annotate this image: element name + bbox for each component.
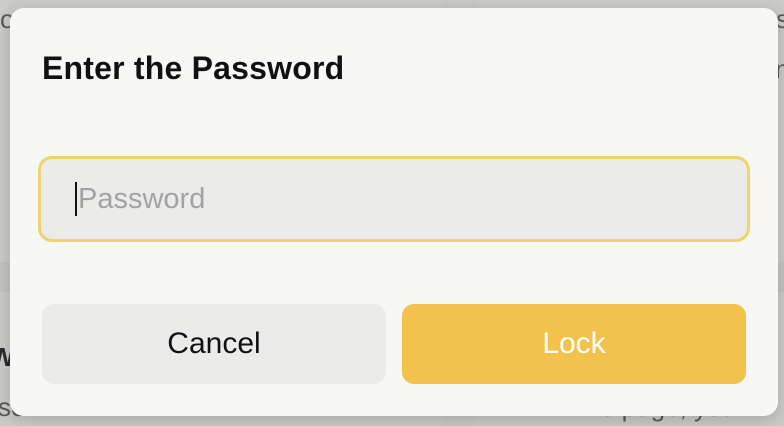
text-cursor [75, 182, 77, 216]
password-field[interactable]: Password [38, 156, 750, 242]
password-dialog: Enter the Password Password Cancel Lock [10, 8, 778, 416]
dialog-title: Enter the Password [42, 50, 345, 86]
lock-button[interactable]: Lock [402, 304, 746, 384]
password-placeholder: Password [78, 182, 206, 215]
cancel-button[interactable]: Cancel [42, 304, 386, 384]
